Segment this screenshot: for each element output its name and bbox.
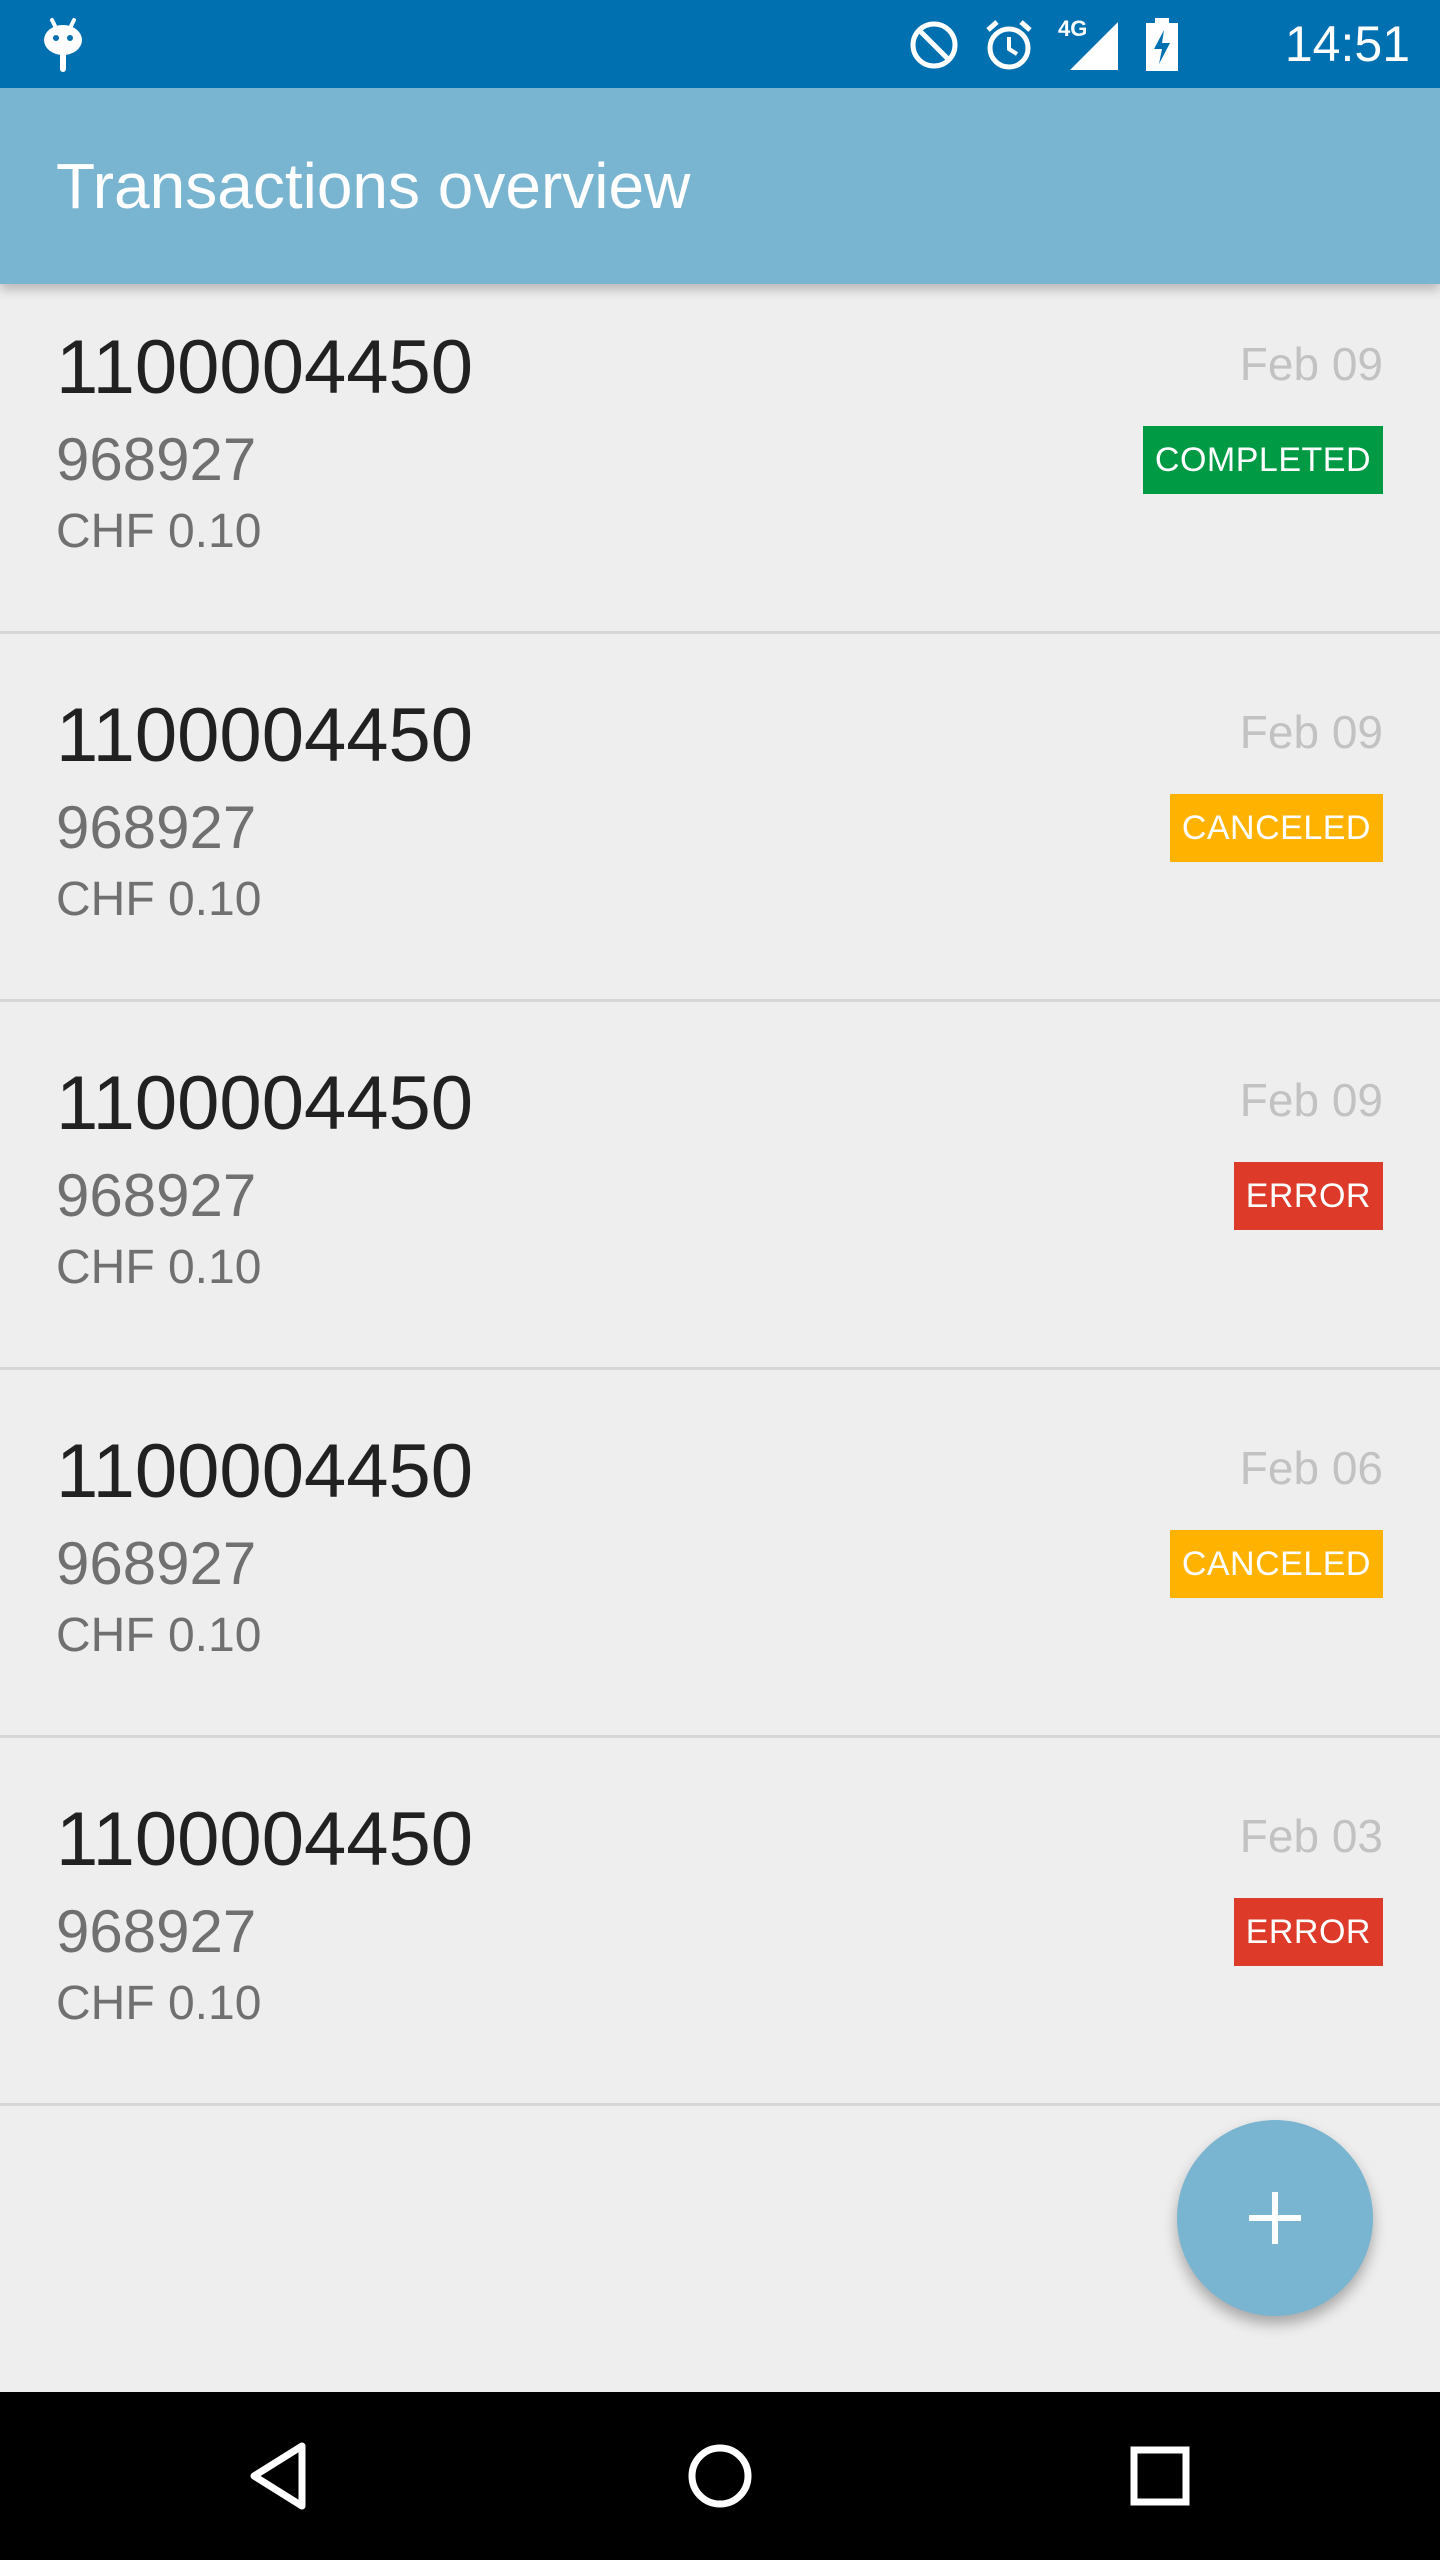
transaction-code: 968927 bbox=[56, 1898, 257, 1965]
transaction-code: 968927 bbox=[56, 426, 257, 493]
back-icon[interactable] bbox=[240, 2436, 320, 2516]
transaction-code: 968927 bbox=[56, 1162, 257, 1229]
transaction-amount: CHF 0.10 bbox=[56, 1977, 262, 2030]
do-not-disturb-icon bbox=[910, 21, 958, 69]
status-bar: 4G 14:51 bbox=[0, 0, 1440, 88]
transaction-row[interactable]: 1100004450 968927 CHF 0.10 Feb 09 COMPLETED bbox=[0, 266, 1440, 634]
transaction-amount: CHF 0.10 bbox=[56, 1241, 262, 1294]
transaction-date: Feb 06 bbox=[1239, 1442, 1383, 1494]
add-transaction-button[interactable] bbox=[1177, 2120, 1373, 2316]
transaction-number: 1100004450 bbox=[56, 1797, 474, 1882]
status-badge: COMPLETED bbox=[1142, 426, 1383, 494]
transaction-row[interactable]: 1100004450 968927 CHF 0.10 Feb 06 CANCELED bbox=[0, 1370, 1440, 1738]
plus-icon bbox=[1249, 2192, 1301, 2244]
transaction-row[interactable]: 1100004450 968927 CHF 0.10 Feb 09 CANCELED bbox=[0, 634, 1440, 1002]
transaction-date: Feb 09 bbox=[1239, 706, 1383, 758]
status-clock: 14:51 bbox=[1284, 16, 1410, 72]
transaction-row[interactable]: 1100004450 968927 CHF 0.10 Feb 03 ERROR bbox=[0, 1738, 1440, 2106]
status-icons: 4G bbox=[908, 16, 1180, 72]
status-badge: CANCELED bbox=[1169, 794, 1383, 862]
page-title: Transactions overview bbox=[56, 150, 691, 222]
transaction-number: 1100004450 bbox=[56, 693, 474, 778]
recents-icon[interactable] bbox=[1120, 2436, 1200, 2516]
android-debug-icon bbox=[44, 18, 82, 72]
transaction-amount: CHF 0.10 bbox=[56, 1609, 262, 1662]
transaction-amount: CHF 0.10 bbox=[56, 873, 262, 926]
transaction-number: 1100004450 bbox=[56, 1429, 474, 1514]
signal-icon bbox=[1070, 22, 1118, 70]
transaction-number: 1100004450 bbox=[56, 325, 474, 410]
navigation-bar bbox=[0, 2392, 1440, 2560]
transaction-list: 1100004450968927CHF 0.10CANCELED11000044… bbox=[0, 0, 1440, 2106]
status-badge: ERROR bbox=[1233, 1162, 1383, 1230]
alarm-icon bbox=[986, 20, 1032, 70]
status-badge: ERROR bbox=[1233, 1898, 1383, 1966]
home-icon[interactable] bbox=[680, 2436, 760, 2516]
transaction-row[interactable]: 1100004450 968927 CHF 0.10 Feb 09 ERROR bbox=[0, 1002, 1440, 1370]
signal-indicator: 4G bbox=[1058, 16, 1122, 72]
status-badge: CANCELED bbox=[1169, 1530, 1383, 1598]
transaction-number: 1100004450 bbox=[56, 1061, 474, 1146]
transaction-date: Feb 09 bbox=[1239, 1074, 1383, 1126]
transaction-code: 968927 bbox=[56, 1530, 257, 1597]
transaction-date: Feb 09 bbox=[1239, 338, 1383, 390]
battery-charging-icon bbox=[1146, 18, 1178, 71]
app-bar: Transactions overview bbox=[0, 88, 1440, 284]
transaction-date: Feb 03 bbox=[1239, 1810, 1383, 1862]
transaction-amount: CHF 0.10 bbox=[56, 505, 262, 558]
transaction-code: 968927 bbox=[56, 794, 257, 861]
